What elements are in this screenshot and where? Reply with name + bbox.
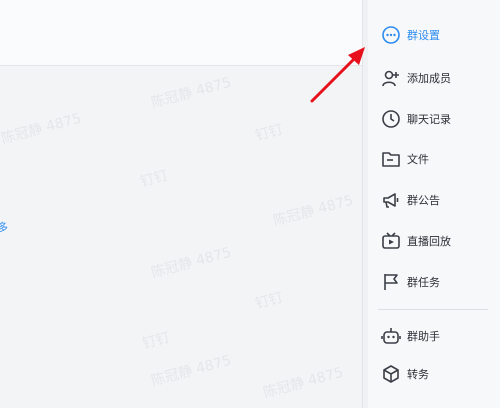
watermark: 钉钉 bbox=[140, 329, 172, 353]
sidebar-item-live-replay[interactable]: 直播回放 bbox=[380, 227, 451, 255]
chat-area: 陈冠静 4875 钉钉 陈冠静 4875 钉钉 陈冠静 4875 陈冠静 487… bbox=[0, 0, 367, 408]
sidebar-item-label: 转务 bbox=[407, 368, 429, 381]
add-member-icon bbox=[380, 67, 402, 89]
sidebar-item-label: 聊天记录 bbox=[407, 113, 451, 126]
watermark: 钉钉 bbox=[253, 121, 285, 145]
truncated-link-text[interactable]: 多 bbox=[0, 219, 8, 235]
group-sidebar: 群设置 添加成员 聊天记录 文件 群公告 直播回放 群任务 群助手 转务 bbox=[368, 0, 500, 408]
sidebar-item-announcement[interactable]: 群公告 bbox=[380, 186, 440, 214]
sidebar-item-more[interactable]: 转务 bbox=[380, 360, 429, 388]
sidebar-item-group-tasks[interactable]: 群任务 bbox=[380, 268, 440, 296]
sidebar-item-label: 添加成员 bbox=[407, 72, 451, 85]
sidebar-item-files[interactable]: 文件 bbox=[380, 145, 429, 173]
robot-icon bbox=[380, 325, 402, 347]
watermark: 陈冠静 4875 bbox=[271, 192, 356, 230]
watermark: 陈冠静 4875 bbox=[0, 110, 84, 148]
sidebar-item-label: 直播回放 bbox=[407, 235, 451, 248]
sidebar-item-label: 群公告 bbox=[407, 194, 440, 207]
box-icon bbox=[380, 363, 402, 385]
sidebar-item-group-assistant[interactable]: 群助手 bbox=[380, 322, 440, 350]
tv-icon bbox=[380, 230, 402, 252]
folder-icon bbox=[380, 148, 402, 170]
watermark: 钉钉 bbox=[138, 167, 170, 191]
more-circle-icon bbox=[380, 24, 402, 46]
flag-icon bbox=[380, 271, 402, 293]
watermark: 陈冠静 4875 bbox=[261, 364, 346, 402]
watermark: 陈冠静 4875 bbox=[149, 352, 234, 390]
sidebar-divider bbox=[378, 309, 488, 310]
watermark: 陈冠静 4875 bbox=[149, 74, 234, 112]
sidebar-item-label: 群助手 bbox=[407, 330, 440, 343]
sidebar-item-label: 群任务 bbox=[407, 276, 440, 289]
sidebar-item-add-member[interactable]: 添加成员 bbox=[380, 64, 451, 92]
clock-icon bbox=[380, 108, 402, 130]
sidebar-item-label: 文件 bbox=[407, 153, 429, 166]
sidebar-item-chat-history[interactable]: 聊天记录 bbox=[380, 105, 451, 133]
watermark: 钉钉 bbox=[253, 289, 285, 313]
sidebar-item-group-settings[interactable]: 群设置 bbox=[380, 21, 440, 49]
sidebar-item-label: 群设置 bbox=[407, 29, 440, 42]
megaphone-icon bbox=[380, 189, 402, 211]
watermark: 陈冠静 4875 bbox=[149, 244, 234, 282]
chat-header bbox=[0, 0, 362, 66]
